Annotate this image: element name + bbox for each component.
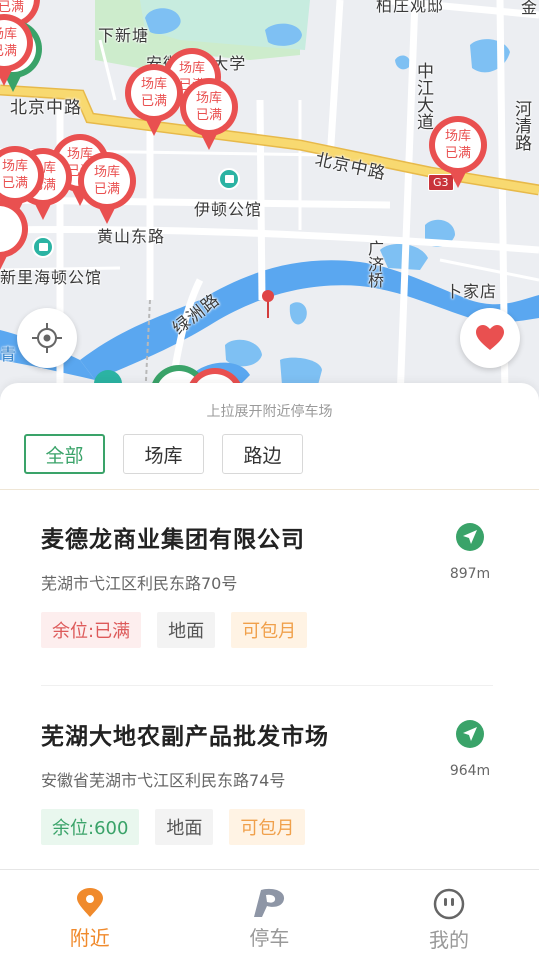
parking-pin[interactable]: 场库已满 (125, 64, 183, 136)
parking-distance: 964m (449, 763, 491, 779)
parking-p-icon (254, 888, 285, 917)
map-label-bujia: 卜家店 (446, 282, 498, 301)
monthly-badge: 可包月 (231, 612, 308, 648)
heart-icon (476, 325, 504, 350)
tab-mine[interactable]: 我的 (359, 870, 539, 955)
tab-nearby[interactable]: 附近 (0, 870, 180, 955)
pin-status: 已满 (1, 176, 28, 191)
map-label-guangji-bridge: 广济桥 (365, 240, 384, 288)
pin-status: 已满 (93, 182, 120, 197)
navigate-button[interactable] (456, 523, 484, 551)
pin-status: 已满 (444, 146, 471, 161)
type-badge: 地面 (155, 809, 214, 845)
building-icon (218, 168, 240, 190)
pin-label: 场库 (0, 27, 17, 42)
parking-card[interactable]: 芜湖大地农副产品批发市场 安徽省芜湖市弋江区利民东路74号 964m 余位:60… (0, 687, 539, 869)
parking-card[interactable]: 麦德龙商业集团有限公司 芜湖市弋江区利民东路70号 897m 余位:已满 地面 … (0, 490, 539, 686)
filter-garage[interactable]: 场库 (123, 434, 204, 474)
card-separator (41, 685, 493, 686)
crosshair-icon (32, 323, 62, 353)
tab-nearby-label: 附近 (69, 926, 110, 950)
map-label-beijing-road-west: 北京中路 (10, 98, 82, 118)
spaces-badge: 余位:已满 (41, 612, 142, 648)
parking-pin[interactable]: 场库已满 (429, 116, 487, 188)
parking-pin[interactable] (0, 200, 28, 272)
parking-pin[interactable]: 场库已满 (180, 78, 238, 150)
navigation-arrow-icon (463, 727, 477, 741)
map-label-baizhuang: 柏庄观邸 (376, 0, 445, 15)
location-pin-icon (76, 888, 103, 917)
map-label-xinxintang: 下新塘 (98, 26, 150, 45)
parking-pin[interactable]: 场库已满 (78, 152, 136, 224)
pin-status: 已满 (195, 108, 222, 123)
filter-roadside[interactable]: 路边 (222, 434, 303, 474)
monthly-badge: 可包月 (229, 809, 306, 845)
tab-parking-label: 停车 (249, 926, 290, 950)
map-view[interactable]: 下新塘 安徽■■大学 北京中路 北京中路 中江大道 河清路 柏庄观邸 金 伊顿公… (0, 0, 539, 400)
pull-up-hint[interactable]: 上拉展开附近停车场 (0, 401, 539, 421)
tab-parking[interactable]: 停车 (180, 870, 360, 955)
spaces-badge: 余位:600 (41, 809, 140, 845)
building-icon-2 (32, 236, 54, 258)
parking-tags: 余位:已满 地面 可包月 (41, 612, 308, 648)
filter-all[interactable]: 全部 (24, 434, 105, 474)
filter-tabs: 全部 场库 路边 (24, 434, 303, 474)
pin-label: 场库 (195, 91, 222, 106)
parking-name: 芜湖大地农副产品批发市场 (41, 724, 329, 750)
favorites-button[interactable] (460, 308, 520, 368)
map-label-huangshan-road: 黄山东路 (97, 227, 166, 246)
parking-address: 芜湖市弋江区利民东路70号 (41, 574, 238, 593)
pin-label: 场库 (444, 129, 471, 144)
pin-label: 场库 (1, 159, 28, 174)
pin-label: 场库 (140, 77, 167, 92)
parking-distance: 897m (449, 566, 491, 582)
map-label-jin: 金 (521, 0, 539, 17)
nearby-parking-sheet[interactable]: 上拉展开附近停车场 全部 场库 路边 麦德龙商业集团有限公司 芜湖市弋江区利民东… (0, 383, 539, 869)
navigation-arrow-icon (463, 530, 477, 544)
map-label-qing: 青 (0, 345, 18, 364)
parking-pin[interactable]: 场库已满 (0, 14, 33, 86)
parking-address: 安徽省芜湖市弋江区利民东路74号 (41, 771, 286, 790)
pin-status: 已满 (0, 44, 17, 59)
navigate-button[interactable] (456, 720, 484, 748)
pin-label: 场库 (93, 165, 120, 180)
locate-me-button[interactable] (17, 308, 77, 368)
type-badge: 地面 (157, 612, 216, 648)
pin-status: 已满 (140, 94, 167, 109)
map-label-heqing-road: 河清路 (511, 100, 531, 151)
tab-mine-label: 我的 (428, 928, 469, 952)
smiley-face-icon (433, 888, 465, 920)
parking-name: 麦德龙商业集团有限公司 (41, 527, 305, 553)
parking-tags: 余位:600 地面 可包月 (41, 809, 306, 845)
map-label-yidun: 伊顿公馆 (194, 200, 263, 219)
app-screen: 下新塘 安徽■■大学 北京中路 北京中路 中江大道 河清路 柏庄观邸 金 伊顿公… (0, 0, 539, 955)
bottom-tab-bar: 附近 停车 我的 (0, 869, 539, 955)
